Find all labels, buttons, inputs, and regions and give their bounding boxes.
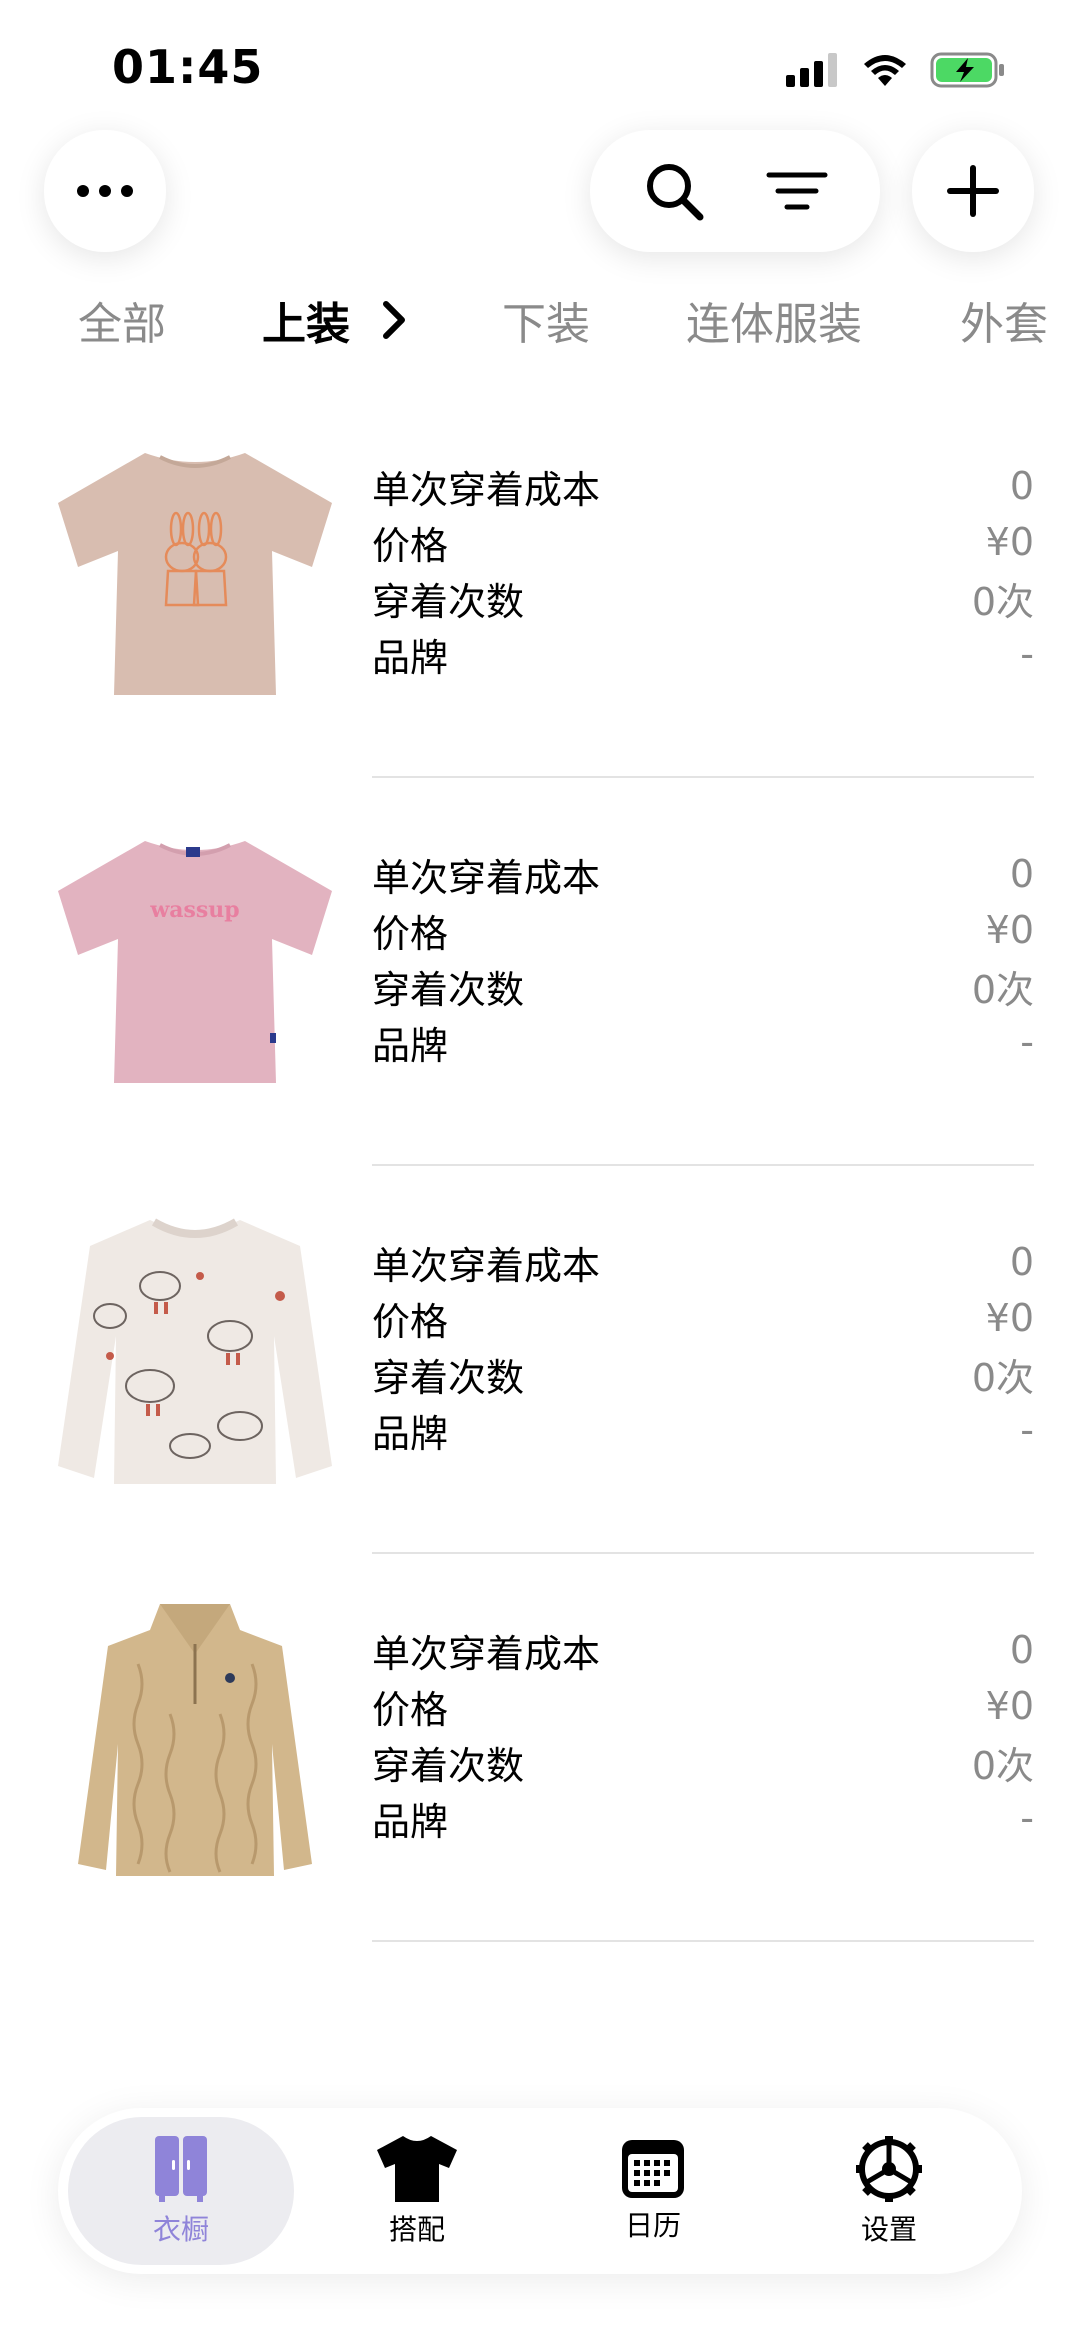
calendar-icon bbox=[622, 2140, 684, 2198]
status-icons bbox=[786, 52, 1006, 88]
add-item-button[interactable] bbox=[912, 130, 1034, 252]
wear-count-label: 穿着次数 bbox=[372, 579, 525, 624]
cost-per-wear-value: 0 bbox=[1009, 852, 1034, 896]
bottom-nav: 衣橱 搭配 日历 设置 bbox=[58, 2108, 1022, 2274]
wear-count-value: 0次 bbox=[971, 1355, 1034, 1400]
nav-wardrobe[interactable]: 衣橱 bbox=[68, 2117, 294, 2265]
list-item[interactable]: 单次穿着成本 0 价格 ¥0 穿着次数 0次 品牌 - bbox=[0, 390, 1080, 778]
price-value: ¥0 bbox=[985, 520, 1034, 564]
tab-all[interactable]: 全部 bbox=[78, 288, 166, 352]
status-time: 01:45 bbox=[112, 40, 264, 94]
price-label: 价格 bbox=[372, 1299, 449, 1344]
price-value: ¥0 bbox=[985, 908, 1034, 952]
tab-tops[interactable]: 上装 bbox=[262, 288, 410, 352]
filter-button[interactable] bbox=[747, 141, 847, 241]
price-label: 价格 bbox=[372, 523, 449, 568]
nav-calendar-label: 日历 bbox=[624, 2209, 681, 2242]
cost-per-wear-label: 单次穿着成本 bbox=[372, 855, 601, 900]
wear-count-value: 0次 bbox=[971, 1743, 1034, 1788]
item-image-duck-sweater bbox=[50, 1206, 340, 1496]
category-tabs: 全部 上装 下装 连体服装 外套 bbox=[0, 288, 1080, 358]
brand-label: 品牌 bbox=[372, 1799, 449, 1844]
nav-outfits[interactable]: 搭配 bbox=[304, 2117, 530, 2265]
nav-settings[interactable]: 设置 bbox=[776, 2117, 1002, 2265]
price-value: ¥0 bbox=[985, 1296, 1034, 1340]
divider bbox=[372, 1940, 1034, 1942]
status-bar: 01:45 bbox=[0, 0, 1080, 130]
cost-per-wear-value: 0 bbox=[1009, 1240, 1034, 1284]
brand-value: - bbox=[1020, 632, 1034, 676]
filter-lines-icon bbox=[766, 172, 827, 210]
wassup-print: wassup bbox=[149, 897, 239, 923]
price-value: ¥0 bbox=[985, 1684, 1034, 1728]
item-info: 单次穿着成本 0 价格 ¥0 穿着次数 0次 品牌 - bbox=[372, 1234, 1034, 1458]
item-info: 单次穿着成本 0 价格 ¥0 穿着次数 0次 品牌 - bbox=[372, 846, 1034, 1070]
chevron-right-icon bbox=[383, 301, 405, 339]
brand-value: - bbox=[1020, 1020, 1034, 1064]
item-image-beige-tshirt bbox=[50, 430, 340, 720]
search-filter-group bbox=[590, 130, 880, 252]
tab-bottoms[interactable]: 下装 bbox=[502, 288, 590, 352]
wear-count-label: 穿着次数 bbox=[372, 1743, 525, 1788]
list-item[interactable]: wassup 单次穿着成本 0 价格 ¥0 穿着次数 0次 品牌 - bbox=[0, 778, 1080, 1166]
tshirt-icon bbox=[377, 2136, 457, 2202]
item-image-pink-tshirt: wassup bbox=[50, 818, 340, 1108]
price-label: 价格 bbox=[372, 911, 449, 956]
nav-wardrobe-label: 衣橱 bbox=[152, 2213, 209, 2246]
item-image-cable-knit-sweater bbox=[50, 1594, 340, 1884]
brand-value: - bbox=[1020, 1408, 1034, 1452]
nav-calendar[interactable]: 日历 bbox=[540, 2117, 766, 2265]
wardrobe-icon bbox=[155, 2136, 207, 2202]
brand-value: - bbox=[1020, 1796, 1034, 1840]
more-options-button[interactable] bbox=[44, 130, 166, 252]
ellipsis-icon bbox=[77, 185, 133, 197]
brand-label: 品牌 bbox=[372, 1023, 449, 1068]
brand-label: 品牌 bbox=[372, 1411, 449, 1456]
brand-label: 品牌 bbox=[372, 635, 449, 680]
cellular-signal-icon bbox=[786, 53, 837, 87]
price-label: 价格 bbox=[372, 1687, 449, 1732]
cost-per-wear-label: 单次穿着成本 bbox=[372, 1243, 601, 1288]
cost-per-wear-value: 0 bbox=[1009, 1628, 1034, 1672]
list-item[interactable]: 单次穿着成本 0 价格 ¥0 穿着次数 0次 品牌 - bbox=[0, 1166, 1080, 1554]
wear-count-value: 0次 bbox=[971, 967, 1034, 1012]
nav-outfits-label: 搭配 bbox=[388, 2213, 445, 2246]
settings-gear-icon bbox=[856, 2136, 922, 2202]
item-info: 单次穿着成本 0 价格 ¥0 穿着次数 0次 品牌 - bbox=[372, 1622, 1034, 1846]
tab-tops-label: 上装 bbox=[262, 299, 350, 350]
plus-icon bbox=[947, 165, 999, 217]
search-icon bbox=[646, 164, 703, 221]
search-button[interactable] bbox=[624, 141, 724, 241]
cost-per-wear-value: 0 bbox=[1009, 464, 1034, 508]
cost-per-wear-label: 单次穿着成本 bbox=[372, 1631, 601, 1676]
tab-one-piece[interactable]: 连体服装 bbox=[686, 288, 862, 352]
wear-count-value: 0次 bbox=[971, 579, 1034, 624]
tab-outerwear[interactable]: 外套 bbox=[960, 288, 1048, 352]
nav-settings-label: 设置 bbox=[860, 2213, 917, 2246]
item-info: 单次穿着成本 0 价格 ¥0 穿着次数 0次 品牌 - bbox=[372, 458, 1034, 682]
wifi-icon bbox=[864, 55, 906, 86]
battery-charging-icon bbox=[930, 52, 1004, 88]
list-item[interactable]: 单次穿着成本 0 价格 ¥0 穿着次数 0次 品牌 - bbox=[0, 1554, 1080, 1942]
cost-per-wear-label: 单次穿着成本 bbox=[372, 467, 601, 512]
wear-count-label: 穿着次数 bbox=[372, 967, 525, 1012]
wear-count-label: 穿着次数 bbox=[372, 1355, 525, 1400]
